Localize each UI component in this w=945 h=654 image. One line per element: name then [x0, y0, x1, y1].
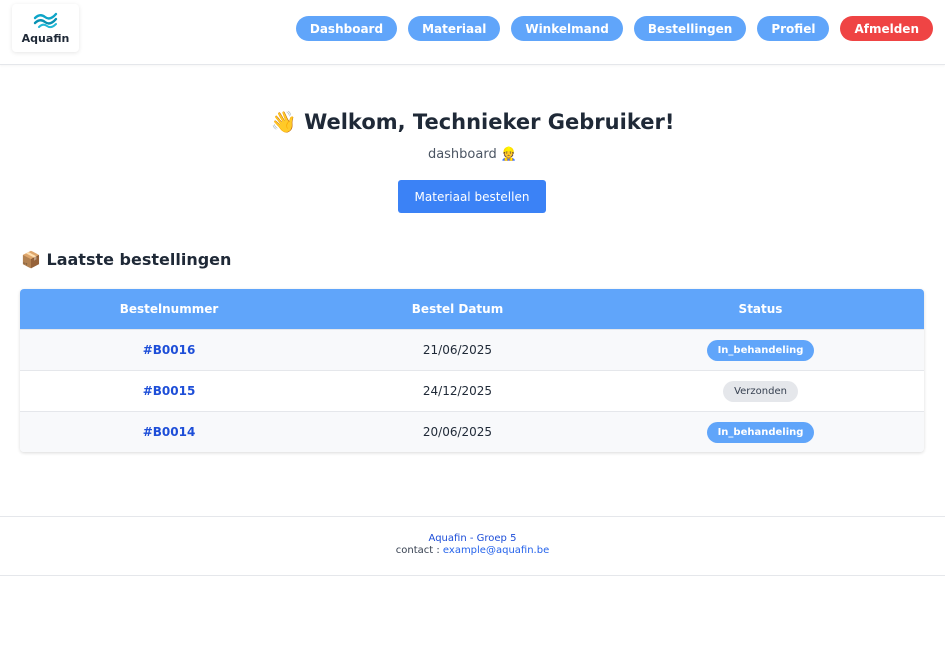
- table-header: Bestelnummer Bestel Datum Status: [20, 289, 924, 329]
- page-footer: Aquafin - Groep 5 contact : example@aqua…: [0, 516, 945, 576]
- order-date: 20/06/2025: [422, 425, 493, 439]
- waving-hand-icon: 👋: [270, 110, 297, 134]
- orders-table: Bestelnummer Bestel Datum Status #B0016 …: [20, 289, 924, 452]
- package-icon: 📦: [21, 250, 41, 269]
- column-header-order-number: Bestelnummer: [119, 302, 219, 316]
- footer-contact: contact : example@aquafin.be: [0, 545, 945, 556]
- order-number-link[interactable]: #B0016: [143, 343, 196, 357]
- contact-label: contact :: [395, 545, 440, 556]
- welcome-heading: 👋 Welkom, Technieker Gebruiker!: [0, 110, 945, 135]
- status-badge: Verzonden: [723, 380, 798, 402]
- nav-materiaal-button[interactable]: Materiaal: [408, 16, 501, 41]
- order-date: 24/12/2025: [422, 384, 493, 398]
- table-row: #B0015 24/12/2025 Verzonden: [20, 370, 924, 411]
- subtitle-text: dashboard: [427, 147, 497, 162]
- order-number-link[interactable]: #B0014: [143, 425, 196, 439]
- order-date: 21/06/2025: [422, 343, 493, 357]
- table-row: #B0014 20/06/2025 In_behandeling: [20, 411, 924, 452]
- logout-button[interactable]: Afmelden: [840, 16, 933, 41]
- column-header-order-date: Bestel Datum: [411, 302, 504, 316]
- welcome-title: Welkom, Technieker Gebruiker!: [304, 110, 675, 134]
- table-row: #B0016 21/06/2025 In_behandeling: [20, 329, 924, 370]
- column-header-status: Status: [738, 302, 783, 316]
- construction-worker-icon: 👷: [500, 147, 518, 162]
- aquafin-waves-logo-icon: [33, 12, 58, 29]
- main-nav: Dashboard Materiaal Winkelmand Bestellin…: [295, 16, 933, 41]
- recent-orders-heading: 📦 Laatste bestellingen: [21, 250, 231, 269]
- order-material-button[interactable]: Materiaal bestellen: [398, 180, 546, 213]
- welcome-subtitle: dashboard 👷: [0, 147, 945, 162]
- top-navbar: Aquafin Dashboard Materiaal Winkelmand B…: [0, 0, 945, 65]
- status-badge: In_behandeling: [706, 421, 815, 443]
- recent-orders-title: Laatste bestellingen: [46, 250, 232, 269]
- nav-dashboard-button[interactable]: Dashboard: [295, 16, 398, 41]
- order-number-link[interactable]: #B0015: [143, 384, 196, 398]
- nav-bestellingen-button[interactable]: Bestellingen: [633, 16, 747, 41]
- nav-profiel-button[interactable]: Profiel: [757, 16, 830, 41]
- footer-brand: Aquafin - Groep 5: [428, 533, 517, 544]
- brand-name: Aquafin: [21, 32, 70, 45]
- nav-winkelmand-button[interactable]: Winkelmand: [511, 16, 623, 41]
- contact-email-link[interactable]: example@aquafin.be: [443, 545, 549, 556]
- status-badge: In_behandeling: [706, 339, 815, 361]
- brand-logo[interactable]: Aquafin: [12, 4, 79, 52]
